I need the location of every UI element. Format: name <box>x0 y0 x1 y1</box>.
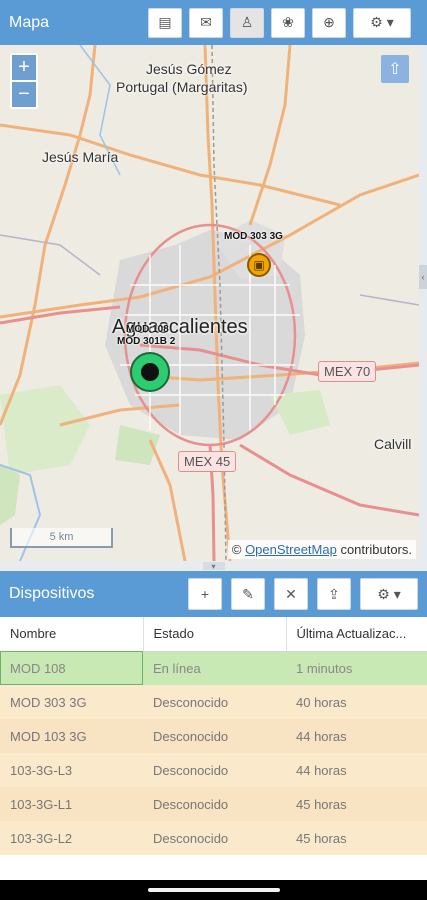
device-status: Desconocido <box>143 685 286 719</box>
gear-icon: ⚙ ▾ <box>377 585 401 602</box>
upload-icon: ⇧ <box>388 61 402 78</box>
close-icon: ✕ <box>285 585 297 602</box>
table-row[interactable]: 103-3G-L3 Desconocido 44 horas <box>0 753 427 787</box>
device-updated: 1 minutos <box>286 651 427 685</box>
marker-label-mod303: MOD 303 3G <box>224 231 283 242</box>
device-name: 103-3G-L1 <box>0 787 143 821</box>
attribution-suffix: contributors. <box>336 542 412 557</box>
openstreetmap-link[interactable]: OpenStreetMap <box>245 542 337 557</box>
device-status: Desconocido <box>143 719 286 753</box>
map-header: Mapa ▤ ✉ ♙ ❀ ⊕ ⚙ ▾ <box>0 0 427 45</box>
map-tiles <box>0 45 419 561</box>
device-updated: 45 horas <box>286 821 427 855</box>
marker-label-mod108: MOD 108 <box>126 324 169 335</box>
crosshair-icon: ⊕ <box>323 14 335 30</box>
plus-icon: + <box>200 586 210 602</box>
zoom-in-button[interactable]: + <box>12 55 36 80</box>
map-scale: 5 km <box>10 528 113 548</box>
edit-device-button[interactable]: ✎ <box>231 578 265 610</box>
column-header-updated[interactable]: Última Actualizac... <box>285 617 427 652</box>
bus-marker-icon[interactable]: ▣ <box>247 253 271 277</box>
devices-title: Dispositivos <box>9 585 95 602</box>
paw-button[interactable]: ❀ <box>271 7 305 38</box>
settings-dropdown-button[interactable]: ⚙ ▾ <box>353 7 411 38</box>
table-row[interactable]: MOD 103 3G Desconocido 44 horas <box>0 719 427 753</box>
map-label-jesus-gomez: Jesús Gómez <box>146 61 232 77</box>
table-row[interactable]: MOD 108 En línea 1 minutos <box>0 651 427 685</box>
device-status: Desconocido <box>143 787 286 821</box>
side-panel-strip: ‹ <box>419 45 427 571</box>
system-nav-bar <box>0 880 427 900</box>
devices-settings-button[interactable]: ⚙ ▾ <box>360 578 418 610</box>
column-header-status[interactable]: Estado <box>142 617 286 652</box>
device-name: MOD 103 3G <box>0 719 143 753</box>
device-name: MOD 303 3G <box>0 685 143 719</box>
device-name: 103-3G-L3 <box>0 753 143 787</box>
table-header-row: Nombre Estado Última Actualizac... <box>0 617 427 652</box>
marker-label-mod301: MOD 301B 2 <box>117 336 176 347</box>
map-label-jesus-maria: Jesús María <box>42 149 119 165</box>
pencil-icon: ✎ <box>242 585 254 602</box>
person-icon: ♙ <box>240 14 254 30</box>
device-status: Desconocido <box>143 753 286 787</box>
devices-header: Dispositivos + ✎ ✕ ⇪ ⚙ ▾ <box>0 571 427 617</box>
map-attribution: © OpenStreetMap contributors. <box>227 540 416 559</box>
chevron-down-icon: ▾ <box>202 562 225 571</box>
report-icon: ▤ <box>158 14 172 30</box>
map-label-calvillo: Calvill <box>374 436 412 452</box>
delete-device-button[interactable]: ✕ <box>274 578 308 610</box>
person-button[interactable]: ♙ <box>230 7 264 38</box>
table-row[interactable]: 103-3G-L1 Desconocido 45 horas <box>0 787 427 821</box>
table-row[interactable]: MOD 303 3G Desconocido 40 horas <box>0 685 427 719</box>
gear-icon: ⚙ ▾ <box>370 14 394 30</box>
device-status: En línea <box>143 651 286 685</box>
upload-icon: ⇪ <box>328 585 340 602</box>
online-device-marker-icon[interactable] <box>130 352 170 392</box>
add-device-button[interactable]: + <box>188 578 222 610</box>
crosshair-button[interactable]: ⊕ <box>312 7 346 38</box>
device-name: MOD 108 <box>0 651 143 685</box>
devices-table: Nombre Estado Última Actualizac... MOD 1… <box>0 617 427 855</box>
home-gesture-handle[interactable] <box>147 888 280 892</box>
device-name: 103-3G-L2 <box>0 821 143 855</box>
paw-icon: ❀ <box>282 14 294 30</box>
chat-button[interactable]: ✉ <box>189 7 223 38</box>
device-status: Desconocido <box>143 821 286 855</box>
map-title: Mapa <box>9 13 50 31</box>
table-row[interactable]: 103-3G-L2 Desconocido 45 horas <box>0 821 427 855</box>
column-header-name[interactable]: Nombre <box>0 617 143 652</box>
map-label-portugal: Portugal (Margaritas) <box>116 79 248 95</box>
export-device-button[interactable]: ⇪ <box>317 578 351 610</box>
device-updated: 45 horas <box>286 787 427 821</box>
device-updated: 40 horas <box>286 685 427 719</box>
highway-shield-mex45: MEX 45 <box>178 451 237 472</box>
collapse-handle[interactable]: ‹ <box>419 265 427 289</box>
zoom-out-button[interactable]: − <box>12 82 36 107</box>
device-updated: 44 horas <box>286 753 427 787</box>
chat-icon: ✉ <box>200 14 212 30</box>
marker-center-dot <box>141 363 159 381</box>
upload-map-button[interactable]: ⇧ <box>381 55 409 83</box>
attribution-prefix: © <box>231 542 246 557</box>
zoom-control: + − <box>10 53 38 109</box>
map-view[interactable]: + − ⇧ Jesús Gómez Portugal (Margaritas) … <box>0 45 419 561</box>
highway-shield-mex70: MEX 70 <box>318 361 377 382</box>
report-button[interactable]: ▤ <box>148 7 182 38</box>
panel-splitter[interactable]: ▾ <box>0 561 427 571</box>
device-updated: 44 horas <box>286 719 427 753</box>
